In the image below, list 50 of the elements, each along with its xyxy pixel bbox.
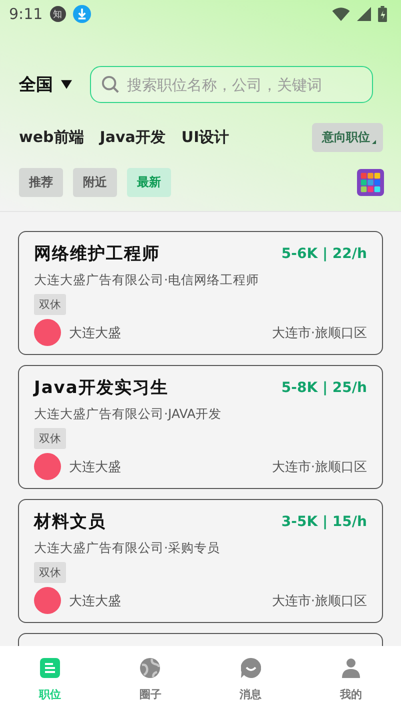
nav-tab[interactable]: 消息 xyxy=(200,646,301,713)
app-notification-icon: 知 xyxy=(50,6,66,22)
status-time: 9:11 xyxy=(9,5,43,23)
job-location: 大连市·旅顺口区 xyxy=(272,324,367,342)
search-field[interactable]: 搜索职位名称，公司，关键词 xyxy=(90,66,373,103)
job-title: 材料文员 xyxy=(34,511,106,533)
grid-icon[interactable] xyxy=(357,169,384,196)
person-icon xyxy=(340,658,361,678)
category-tab[interactable]: UI设计 xyxy=(181,128,230,147)
nav-tab[interactable]: 圈子 xyxy=(100,646,200,713)
company-avatar xyxy=(34,453,61,480)
company-name: 大连大盛 xyxy=(69,458,121,476)
salary: 5-6K | 22/h xyxy=(281,246,367,262)
job-card[interactable]: 网络维护工程师 5-6K | 22/h 大连大盛广告有限公司·电信网络工程师 双休 大连大盛 大连市·旅顺口区 xyxy=(18,231,383,355)
download-icon xyxy=(72,5,91,23)
company-position: 大连大盛广告有限公司·电信网络工程师 xyxy=(34,272,260,289)
caret-icon xyxy=(61,80,72,89)
company-avatar xyxy=(34,319,61,346)
company-avatar xyxy=(34,587,61,614)
job-location: 大连市·旅顺口区 xyxy=(272,592,367,610)
signal-icon xyxy=(357,7,371,21)
category-tab[interactable]: Java开发 xyxy=(100,128,166,147)
job-location: 大连市·旅顺口区 xyxy=(272,458,367,476)
job-tag: 双休 xyxy=(34,428,66,449)
company-name: 大连大盛 xyxy=(69,592,121,610)
globe-icon xyxy=(140,658,160,678)
document-icon xyxy=(40,658,60,678)
category-tab[interactable]: web前端 xyxy=(19,128,84,147)
company-position: 大连大盛广告有限公司·采购专员 xyxy=(34,540,221,557)
job-card[interactable]: 材料文员 3-5K | 15/h 大连大盛广告有限公司·采购专员 双休 大连大盛 大连市·旅顺口区 xyxy=(18,499,383,623)
job-title: 网络维护工程师 xyxy=(34,243,160,265)
job-title: Java开发实习生 xyxy=(34,377,168,399)
salary: 5-8K | 25/h xyxy=(281,380,367,396)
job-tag: 双休 xyxy=(34,562,66,583)
nav-tab[interactable]: 我的 xyxy=(300,646,401,713)
filter-tab[interactable]: 附近 xyxy=(73,168,117,197)
company-name: 大连大盛 xyxy=(69,324,121,342)
filter-tab[interactable]: 推荐 xyxy=(19,168,63,197)
search-icon xyxy=(101,75,120,94)
wifi-icon xyxy=(332,7,350,21)
battery-icon xyxy=(378,6,387,22)
job-card[interactable]: Java开发实习生 5-8K | 25/h 大连大盛广告有限公司·JAVA开发 双休 大连大盛 大连市·旅顺口区 xyxy=(18,365,383,489)
company-position: 大连大盛广告有限公司·JAVA开发 xyxy=(34,406,222,423)
filter-tab[interactable]: 最新 xyxy=(127,168,171,197)
intent-button[interactable]: 意向职位 xyxy=(312,123,383,152)
location-dropdown[interactable]: 全国 xyxy=(19,73,72,96)
chat-smile-icon xyxy=(240,658,261,678)
job-tag: 双休 xyxy=(34,294,66,315)
salary: 3-5K | 15/h xyxy=(281,514,367,530)
corner-triangle-icon xyxy=(372,140,376,144)
